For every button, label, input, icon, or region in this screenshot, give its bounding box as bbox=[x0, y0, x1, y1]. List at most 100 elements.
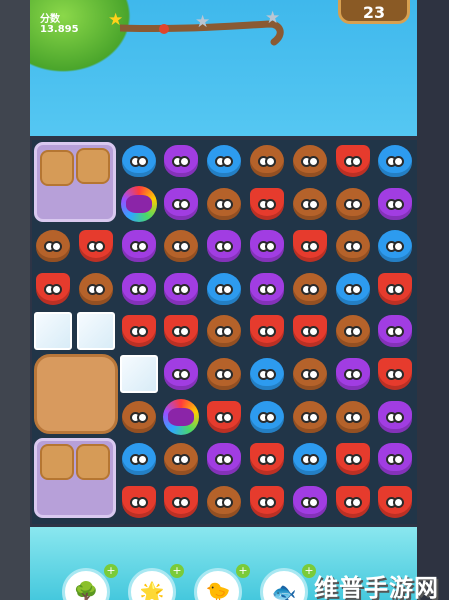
board-cell-brown-bear[interactable] bbox=[203, 353, 245, 395]
cookie-icon bbox=[40, 444, 74, 480]
board-cell-red-fox[interactable] bbox=[246, 438, 288, 480]
board-cell-purple-owl[interactable] bbox=[203, 225, 245, 267]
big-cookie-blocker bbox=[34, 354, 118, 434]
board-cell-purple-owl[interactable] bbox=[118, 225, 160, 267]
watermark: 维普手游网 bbox=[314, 574, 439, 600]
brown-bear-icon bbox=[121, 400, 156, 433]
board-cell-red-fox[interactable] bbox=[332, 438, 374, 480]
board-cell-blue-blob[interactable] bbox=[118, 140, 160, 182]
board-cell-purple-owl[interactable] bbox=[332, 353, 374, 395]
board-cell-blue-blob[interactable] bbox=[332, 268, 374, 310]
board-cell-purple-owl[interactable] bbox=[160, 353, 202, 395]
board-cell-brown-bear[interactable] bbox=[203, 481, 245, 523]
board-cell-rainbow[interactable] bbox=[118, 183, 160, 225]
red-fox-icon bbox=[250, 315, 284, 348]
board-cell-red-fox[interactable] bbox=[160, 481, 202, 523]
board-cell-brown-bear[interactable] bbox=[289, 140, 331, 182]
add-tree-booster-icon[interactable]: + bbox=[104, 564, 118, 578]
blue-blob-icon bbox=[207, 145, 242, 177]
board-cell-purple-owl[interactable] bbox=[160, 140, 202, 182]
blue-blob-icon bbox=[378, 230, 413, 263]
board-cell-brown-bear[interactable] bbox=[289, 268, 331, 310]
progress-star-silver-icon: ★ bbox=[195, 12, 211, 32]
board-cell-purple-owl[interactable] bbox=[118, 268, 160, 310]
board-cell-red-fox[interactable] bbox=[246, 183, 288, 225]
brown-bear-icon bbox=[207, 315, 242, 348]
board-cell-red-fox[interactable] bbox=[75, 225, 117, 267]
board-cell-ice[interactable] bbox=[75, 310, 117, 352]
board-cell-blue-blob[interactable] bbox=[246, 396, 288, 438]
board-cell-brown-bear[interactable] bbox=[246, 140, 288, 182]
board-cell-brown-bear[interactable] bbox=[160, 225, 202, 267]
board-cell-red-fox[interactable] bbox=[246, 310, 288, 352]
board-cell-brown-bear[interactable] bbox=[332, 396, 374, 438]
red-fox-icon bbox=[164, 485, 199, 518]
board-cell-red-fox[interactable] bbox=[160, 310, 202, 352]
cookie-icon bbox=[40, 150, 74, 186]
bird-icon: 🐤 bbox=[205, 580, 231, 600]
board-cell-rainbow[interactable] bbox=[160, 396, 202, 438]
add-sun-booster-icon[interactable]: + bbox=[170, 564, 184, 578]
board-cell-purple-owl[interactable] bbox=[374, 396, 416, 438]
board-cell-brown-bear[interactable] bbox=[332, 225, 374, 267]
board-cell-blue-blob[interactable] bbox=[246, 353, 288, 395]
board-cell-blue-blob[interactable] bbox=[203, 268, 245, 310]
board-cell-brown-bear[interactable] bbox=[289, 183, 331, 225]
board-cell-red-fox[interactable] bbox=[246, 481, 288, 523]
board-cell-blue-blob[interactable] bbox=[289, 438, 331, 480]
board-cell-purple-owl[interactable] bbox=[289, 481, 331, 523]
board-cell-brown-bear[interactable] bbox=[32, 225, 74, 267]
board-cell-red-fox[interactable] bbox=[118, 310, 160, 352]
board-cell-purple-owl[interactable] bbox=[203, 438, 245, 480]
board-cell-red-fox[interactable] bbox=[332, 140, 374, 182]
board-cell-purple-owl[interactable] bbox=[374, 438, 416, 480]
board-cell-red-fox[interactable] bbox=[332, 481, 374, 523]
board-cell-blue-blob[interactable] bbox=[374, 140, 416, 182]
progress-star-silver-icon: ★ bbox=[265, 8, 281, 28]
cookie-icon bbox=[76, 148, 110, 184]
board-cell-red-fox[interactable] bbox=[289, 225, 331, 267]
board-cell-red-fox[interactable] bbox=[374, 268, 416, 310]
board-cell-purple-owl[interactable] bbox=[374, 310, 416, 352]
board-cell-ice[interactable] bbox=[118, 353, 160, 395]
board-cell-purple-owl[interactable] bbox=[160, 183, 202, 225]
blue-blob-icon bbox=[335, 272, 370, 305]
rainbow-owl-icon bbox=[120, 185, 157, 222]
board-cell-purple-owl[interactable] bbox=[246, 268, 288, 310]
brown-bear-icon bbox=[207, 485, 242, 518]
red-fox-icon bbox=[250, 485, 284, 518]
purple-owl-icon bbox=[250, 272, 284, 305]
purple-owl-icon bbox=[164, 145, 199, 177]
board-cell-brown-bear[interactable] bbox=[203, 310, 245, 352]
board-cell-brown-bear[interactable] bbox=[75, 268, 117, 310]
brown-bear-icon bbox=[335, 400, 370, 433]
purple-owl-icon bbox=[207, 443, 242, 476]
board-cell-brown-bear[interactable] bbox=[289, 396, 331, 438]
red-fox-icon bbox=[335, 443, 370, 476]
add-bird-booster-icon[interactable]: + bbox=[236, 564, 250, 578]
board-cell-red-fox[interactable] bbox=[203, 396, 245, 438]
board-cell-red-fox[interactable] bbox=[374, 353, 416, 395]
board-cell-blue-blob[interactable] bbox=[118, 438, 160, 480]
board-cell-brown-bear[interactable] bbox=[332, 183, 374, 225]
board-cell-red-fox[interactable] bbox=[32, 268, 74, 310]
purple-owl-icon bbox=[378, 443, 413, 476]
board-cell-blue-blob[interactable] bbox=[374, 225, 416, 267]
board-cell-brown-bear[interactable] bbox=[332, 310, 374, 352]
board-cell-brown-bear[interactable] bbox=[289, 353, 331, 395]
blue-blob-icon bbox=[121, 145, 156, 177]
board-cell-brown-bear[interactable] bbox=[118, 396, 160, 438]
board-cell-purple-owl[interactable] bbox=[160, 268, 202, 310]
board-cell-red-fox[interactable] bbox=[118, 481, 160, 523]
purple-owl-icon bbox=[378, 187, 413, 220]
board-cell-red-fox[interactable] bbox=[289, 310, 331, 352]
brown-bear-icon bbox=[335, 187, 370, 220]
board-cell-ice[interactable] bbox=[32, 310, 74, 352]
board-cell-brown-bear[interactable] bbox=[203, 183, 245, 225]
board-cell-brown-bear[interactable] bbox=[160, 438, 202, 480]
board-cell-red-fox[interactable] bbox=[374, 481, 416, 523]
board-cell-purple-owl[interactable] bbox=[246, 225, 288, 267]
red-fox-icon bbox=[335, 145, 370, 177]
board-cell-purple-owl[interactable] bbox=[374, 183, 416, 225]
board-cell-blue-blob[interactable] bbox=[203, 140, 245, 182]
